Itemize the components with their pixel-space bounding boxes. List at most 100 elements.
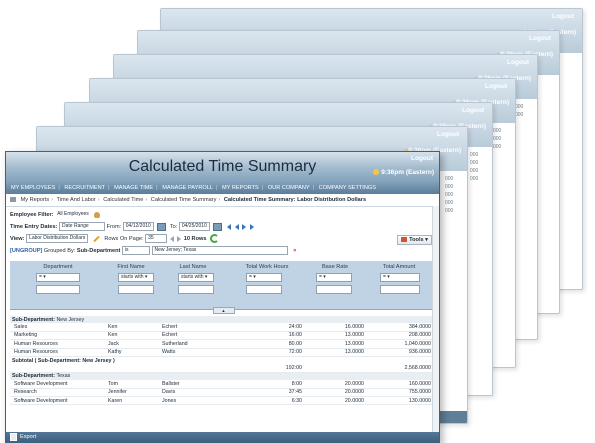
table-row[interactable]: Marketing Ken Echert 16:00 13.0000 208.0000 (10, 331, 435, 341)
logout-link[interactable]: Logout (485, 83, 507, 90)
calendar-icon[interactable] (157, 222, 167, 231)
amount-filter-input[interactable] (380, 285, 420, 294)
nav-my-employees[interactable]: MY EMPLOYEES (8, 185, 58, 191)
nav-my-reports[interactable]: MY REPORTS (219, 185, 262, 191)
ungroup-link[interactable]: [UNGROUP] (10, 248, 42, 254)
from-label: From: (106, 224, 122, 230)
logout-link[interactable]: Logout (507, 59, 529, 66)
hours-filter-operator[interactable]: = ▾ (246, 273, 282, 282)
logout-link[interactable]: Logout (462, 107, 484, 114)
column-header-total-work-hours[interactable]: Total Work Hours (232, 264, 302, 270)
first-name-filter-operator[interactable]: starts with ▾ (118, 273, 154, 282)
table-row[interactable]: Research Jennifer Davis 37:45 20.0000 755.000… (10, 388, 435, 397)
amount-column-fragment: 000 000 000 (493, 128, 502, 150)
rows-per-page-select[interactable]: 35 (145, 234, 168, 244)
time-entry-dates-label: Time Entry Dates: (10, 224, 58, 230)
amount-column-fragment: 000 000 000 000 (470, 152, 479, 182)
amount-column-fragment: 000 000 (515, 104, 524, 118)
column-header-last-name[interactable]: Last Name (168, 264, 218, 270)
last-period-icon[interactable] (249, 223, 254, 230)
table-row[interactable]: Human Resources Kathy Watts 72:00 13.0000 936… (10, 348, 435, 357)
nav-company-settings[interactable]: COMPANY SETTINGS (316, 185, 379, 191)
table-row[interactable]: Sales Ken Echert 24:00 16.0000 384.0000 (10, 323, 435, 332)
breadcrumb-current: Calculated Time Summary: Labor Distribut… (223, 197, 367, 203)
calendar-icon[interactable] (213, 222, 223, 231)
last-name-filter-input[interactable] (178, 285, 214, 294)
to-date-input[interactable]: 04/25/2010 (178, 222, 210, 232)
nav-manage-time[interactable]: MANAGE TIME (111, 185, 156, 191)
column-filter-panel: Department First Name Last Name Total Wo… (10, 261, 435, 314)
previous-period-icon[interactable] (234, 223, 239, 230)
tools-icon (401, 237, 408, 243)
column-header-total-amount[interactable]: Total Amount (370, 264, 428, 270)
from-date-input[interactable]: 04/12/2010 (122, 222, 154, 232)
export-button[interactable]: Export (10, 432, 36, 441)
view-select[interactable]: Labor Distribution Dollars (26, 234, 89, 244)
main-nav: MY EMPLOYEES | RECRUITMENT | MANAGE TIME | … (6, 183, 439, 194)
column-header-department[interactable]: Department (28, 264, 88, 270)
logout-link[interactable]: Logout (411, 155, 433, 162)
table-row[interactable]: Human Resources Jack Sutherland 80.00 13.000… (10, 339, 435, 349)
footer-bar: Export (6, 432, 439, 442)
last-name-filter-operator[interactable]: starts with ▾ (178, 273, 214, 282)
clock-text: 9:36pm (Eastern) (381, 169, 434, 176)
filter-area: Employee Filter: All Employees Time Entr… (6, 209, 439, 257)
nav-recruitment[interactable]: RECRUITMENT (61, 185, 108, 191)
home-icon[interactable] (10, 197, 16, 202)
hours-filter-input[interactable] (246, 285, 282, 294)
group-header-texas[interactable]: Sub-Department: Texas (10, 372, 435, 381)
subtotal-label-row: Subtotal ( Sub-Department: New Jersey ) (12, 357, 115, 364)
employee-filter-select[interactable]: All Employees (55, 211, 91, 219)
breadcrumb-calculated-time-summary[interactable]: Calculated Time Summary (151, 197, 217, 203)
employee-picker-icon[interactable] (94, 211, 101, 218)
group-value-input[interactable]: New Jersey; Texas (151, 246, 288, 256)
breadcrumb-calculated-time[interactable]: Calculated Time (103, 197, 143, 203)
breadcrumb-time-and-labor[interactable]: Time And Labor (57, 197, 96, 203)
clock: 9:36pm (Eastern) (373, 169, 434, 176)
amount-column-fragment: 000 000 000 000 000 (445, 176, 454, 214)
subtotal-row: 192:00 2,568.0000 (10, 364, 435, 373)
first-period-icon[interactable] (227, 223, 231, 230)
logout-link[interactable]: Logout (437, 131, 459, 138)
department-filter-input[interactable] (36, 285, 80, 294)
rate-filter-input[interactable] (316, 285, 352, 294)
vertical-scrollbar[interactable] (432, 206, 439, 432)
clear-group-icon[interactable]: × (293, 248, 296, 254)
next-page-icon[interactable] (177, 235, 182, 242)
collapse-filter-toggle[interactable]: ▲ (212, 307, 235, 314)
tools-button[interactable]: Tools ▾ (397, 235, 432, 245)
row-count: 10 Rows (183, 236, 207, 242)
export-icon (10, 432, 17, 441)
app-header: Calculated Time Summary Logout 9:36pm (E… (6, 152, 439, 183)
grouped-by-label: Grouped By: (43, 248, 76, 254)
main-window: Calculated Time Summary Logout 9:36pm (E… (5, 151, 440, 443)
to-label: To: (169, 224, 178, 230)
rate-filter-operator[interactable]: = ▾ (316, 273, 352, 282)
view-label: View: (10, 236, 25, 242)
logout-link[interactable]: Logout (529, 35, 551, 42)
employee-filter-label: Employee Filter: (10, 212, 54, 218)
breadcrumb: My Reports › Time And Labor › Calculated T… (6, 194, 439, 207)
column-header-base-rate[interactable]: Base Rate (310, 264, 360, 270)
edit-view-icon[interactable] (93, 235, 100, 242)
department-filter-operator[interactable]: = ▾ (36, 273, 80, 282)
refresh-icon[interactable] (210, 234, 220, 244)
nav-manage-payroll[interactable]: MANAGE PAYROLL (159, 185, 216, 191)
group-operator-select[interactable]: is (121, 246, 150, 256)
rows-on-page-label: Rows On Page: (104, 236, 144, 242)
first-name-filter-input[interactable] (118, 285, 154, 294)
amount-filter-operator[interactable]: = ▾ (380, 273, 420, 282)
grouped-by-field: Sub-Department (76, 248, 121, 254)
group-header-new-jersey[interactable]: Sub-Department: New Jersey (10, 316, 435, 324)
table-row[interactable]: Software Development Tom Ballster 8:00 20.00… (10, 380, 435, 389)
report-table: Sub-Department: New Jersey Sales Ken Echer… (10, 316, 435, 406)
breadcrumb-my-reports[interactable]: My Reports (21, 197, 50, 203)
column-header-first-name[interactable]: First Name (106, 264, 156, 270)
table-row[interactable]: Software Development Karen Jones 6:30 20.000… (10, 396, 435, 406)
clock-icon (373, 169, 380, 175)
logout-link[interactable]: Logout (552, 13, 574, 20)
next-period-icon[interactable] (242, 223, 247, 230)
date-mode-select[interactable]: Date Range (59, 222, 106, 232)
nav-our-company[interactable]: OUR COMPANY (265, 185, 313, 191)
prev-page-icon[interactable] (169, 235, 174, 242)
